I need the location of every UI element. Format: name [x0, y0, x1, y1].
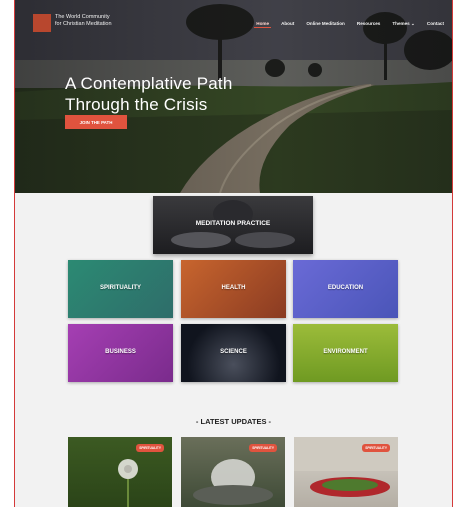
topic-tile-business[interactable]: BUSINESS	[68, 324, 173, 382]
update-card[interactable]: SPIRITUALITY	[294, 437, 398, 507]
nav-item-home[interactable]: Home	[254, 20, 272, 28]
nav-item-online-meditation[interactable]: Online Meditation	[304, 20, 347, 28]
topic-tile-science[interactable]: SCIENCE	[181, 324, 286, 382]
chevron-down-icon: ⌄	[411, 21, 415, 26]
meditation-practice-card[interactable]: MEDITATION PRACTICE	[153, 196, 313, 254]
update-card[interactable]: SPIRITUALITY	[68, 437, 172, 507]
topic-tile-education[interactable]: EDUCATION	[293, 260, 398, 318]
topic-label: BUSINESS	[105, 349, 136, 355]
nav-item-themes[interactable]: Themes ⌄	[390, 20, 417, 28]
topic-tile-health[interactable]: HEALTH	[181, 260, 286, 318]
category-badge[interactable]: SPIRITUALITY	[249, 444, 277, 452]
topic-tile-spirituality[interactable]: SPIRITUALITY	[68, 260, 173, 318]
logo-icon[interactable]	[33, 14, 51, 32]
logo-line-2: for Christian Meditation	[55, 21, 112, 27]
nav-item-about[interactable]: About	[279, 20, 296, 28]
nav-themes-label: Themes	[392, 21, 410, 26]
topic-label: HEALTH	[221, 285, 246, 291]
site-logo-text[interactable]: The World Community for Christian Medita…	[55, 14, 145, 28]
meditation-practice-label: MEDITATION PRACTICE	[195, 220, 271, 227]
join-the-path-button[interactable]: JOIN THE PATH	[65, 115, 127, 129]
hero-headline: A Contemplative Path Through the Crisis	[65, 73, 232, 115]
update-card[interactable]: SPIRITUALITY	[181, 437, 285, 507]
topic-label: ENVIRONMENT	[323, 349, 368, 355]
topic-label: EDUCATION	[327, 285, 364, 291]
headline-line-2: Through the Crisis	[65, 95, 208, 115]
nav-item-resources[interactable]: Resources	[355, 20, 383, 28]
topic-tile-environment[interactable]: ENVIRONMENT	[293, 324, 398, 382]
headline-line-1: A Contemplative Path	[65, 74, 233, 94]
logo-line-1: The World Community	[55, 14, 110, 20]
category-badge[interactable]: SPIRITUALITY	[136, 444, 164, 452]
main-nav: Home About Online Meditation Resources T…	[254, 20, 446, 28]
nav-item-contact[interactable]: Contact	[425, 20, 446, 28]
page-frame: The World Community for Christian Medita…	[14, 0, 453, 507]
category-badge[interactable]: SPIRITUALITY	[362, 444, 390, 452]
hero-banner: The World Community for Christian Medita…	[15, 0, 452, 193]
topic-label: SPIRITUALITY	[99, 285, 141, 291]
topic-label: SCIENCE	[220, 349, 247, 355]
latest-updates-heading: - LATEST UPDATES -	[195, 417, 272, 426]
